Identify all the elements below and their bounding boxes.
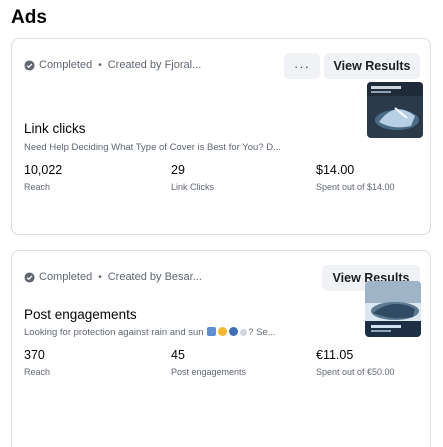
stat-value: €11.05: [316, 348, 354, 362]
car-cover-thumbnail: [367, 82, 423, 138]
stat-label: Post engagements: [171, 367, 247, 377]
status-text: Completed: [39, 59, 93, 71]
sparkle-emoji: [240, 329, 248, 336]
created-by-text: Created by Fjoral...: [107, 59, 202, 71]
ad-objective-title: Post engagements: [24, 307, 137, 322]
separator-dot: •: [98, 59, 102, 71]
ad-objective-title: Link clicks: [24, 121, 86, 136]
stat-value: $14.00: [316, 163, 355, 177]
more-options-button[interactable]: ···: [284, 53, 320, 79]
stat-value: 370: [24, 348, 45, 362]
stat-link-clicks: 29 Link Clicks: [171, 163, 214, 192]
stat-label: Spent out of $14.00: [316, 182, 395, 192]
check-circle-icon: [24, 59, 35, 71]
stat-label: Link Clicks: [171, 182, 215, 192]
stat-reach: 370 Reach: [24, 348, 50, 377]
stat-value: 10,022: [24, 163, 63, 177]
rain-cloud-emoji: [207, 327, 217, 336]
ad-description: Looking for protection against rain and …: [24, 327, 276, 338]
view-results-button[interactable]: View Results: [324, 53, 420, 79]
status-row: Completed • Created by Fjoral...: [24, 59, 201, 71]
section-title: Ads: [11, 7, 47, 28]
stat-reach: 10,022 Reach: [24, 163, 62, 192]
car-cover-thumbnail: [365, 281, 421, 337]
status-text: Completed: [39, 271, 93, 283]
check-circle-icon: [24, 271, 35, 283]
stat-value: 29: [171, 163, 185, 177]
created-by-text: Created by Besar...: [107, 271, 202, 283]
ad-description: Need Help Deciding What Type of Cover is…: [24, 142, 281, 153]
ad-card: Completed • Created by Besar... View Res…: [11, 250, 431, 447]
stat-post-engagements: 45 Post engagements: [171, 348, 246, 377]
ad-description-suffix: ? Se...: [248, 327, 276, 338]
ad-thumbnail[interactable]: [367, 82, 423, 138]
status-row: Completed • Created by Besar...: [24, 271, 202, 283]
globe-emoji: [229, 327, 239, 336]
stat-label: Reach: [24, 182, 51, 192]
stat-label: Reach: [24, 367, 51, 377]
ad-description-text: Looking for protection against rain and …: [24, 327, 204, 338]
stat-spent: €11.05 Spent out of €50.00: [316, 348, 395, 377]
ad-card: Completed • Created by Fjoral... ··· Vie…: [11, 38, 431, 235]
separator-dot: •: [98, 271, 102, 283]
stat-value: 45: [171, 348, 185, 362]
sun-emoji: [218, 327, 228, 336]
ad-thumbnail[interactable]: [365, 281, 421, 337]
stat-spent: $14.00 Spent out of $14.00: [316, 163, 395, 192]
stat-label: Spent out of €50.00: [316, 367, 395, 377]
